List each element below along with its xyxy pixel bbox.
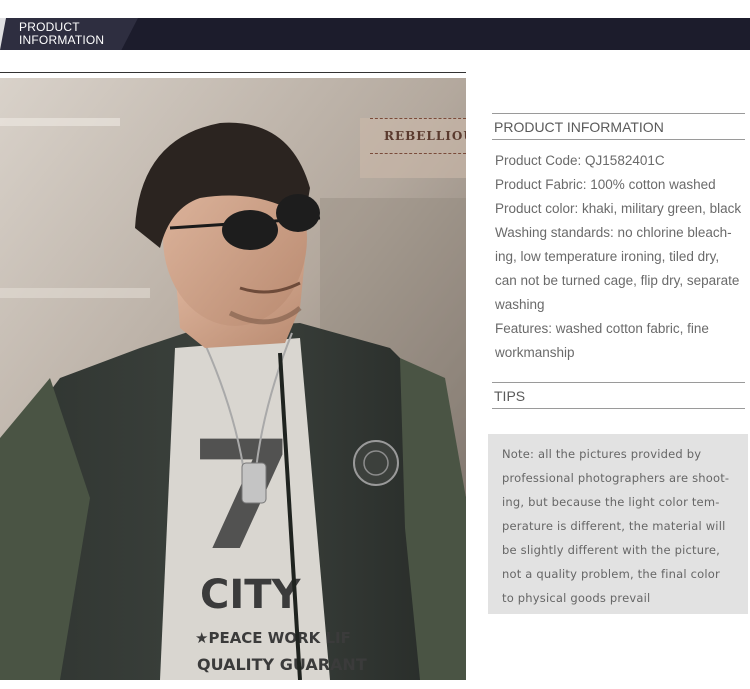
svg-text:QUALITY GUARANT: QUALITY GUARANT	[197, 655, 367, 674]
note-line: Note: all the pictures provided by	[502, 447, 702, 461]
detail-line: Product Code: QJ1582401C	[495, 153, 665, 168]
note-line: ing, but because the light color tem-	[502, 495, 720, 509]
product-photo: 7 CITY ★PEACE WORK LIF QUALITY GUARANT	[0, 78, 466, 680]
note-line: be slightly different with the picture,	[502, 543, 721, 557]
detail-line: Product color: khaki, military green, bl…	[495, 201, 742, 216]
svg-text:★PEACE WORK LIF: ★PEACE WORK LIF	[195, 629, 351, 647]
product-information-heading: PRODUCT INFORMATION	[492, 113, 745, 140]
detail-line: workmanship	[495, 345, 575, 360]
model-wearing-jacket-image: 7 CITY ★PEACE WORK LIF QUALITY GUARANT	[0, 78, 466, 680]
banner-title: PRODUCT INFORMATION	[19, 21, 104, 47]
tips-heading: TIPS	[492, 382, 745, 409]
detail-line: washing	[495, 297, 545, 312]
shirt-print-city: CITY	[200, 572, 302, 618]
note-line: to physical goods prevail	[502, 591, 651, 605]
detail-line: Product Fabric: 100% cotton washed	[495, 177, 716, 192]
note-line: professional photographers are shoot-	[502, 471, 730, 485]
detail-line: can not be turned cage, flip dry, separa…	[495, 273, 740, 288]
section-banner: PRODUCT INFORMATION	[0, 18, 750, 50]
note-line: perature is different, the material will	[502, 519, 726, 533]
tips-note-box: Note: all the pictures provided by profe…	[488, 434, 748, 614]
note-line: not a quality problem, the final color	[502, 567, 720, 581]
detail-line: ing, low temperature ironing, tiled dry,	[495, 249, 720, 264]
product-details: Product Code: QJ1582401C Product Fabric:…	[495, 149, 745, 365]
banner-title-line2: INFORMATION	[19, 33, 105, 47]
detail-line: Features: washed cotton fabric, fine	[495, 321, 709, 336]
background-sign: REBELLIOU	[370, 118, 466, 154]
photo-top-divider	[0, 72, 466, 73]
detail-line: Washing standards: no chlorine bleach-	[495, 225, 732, 240]
